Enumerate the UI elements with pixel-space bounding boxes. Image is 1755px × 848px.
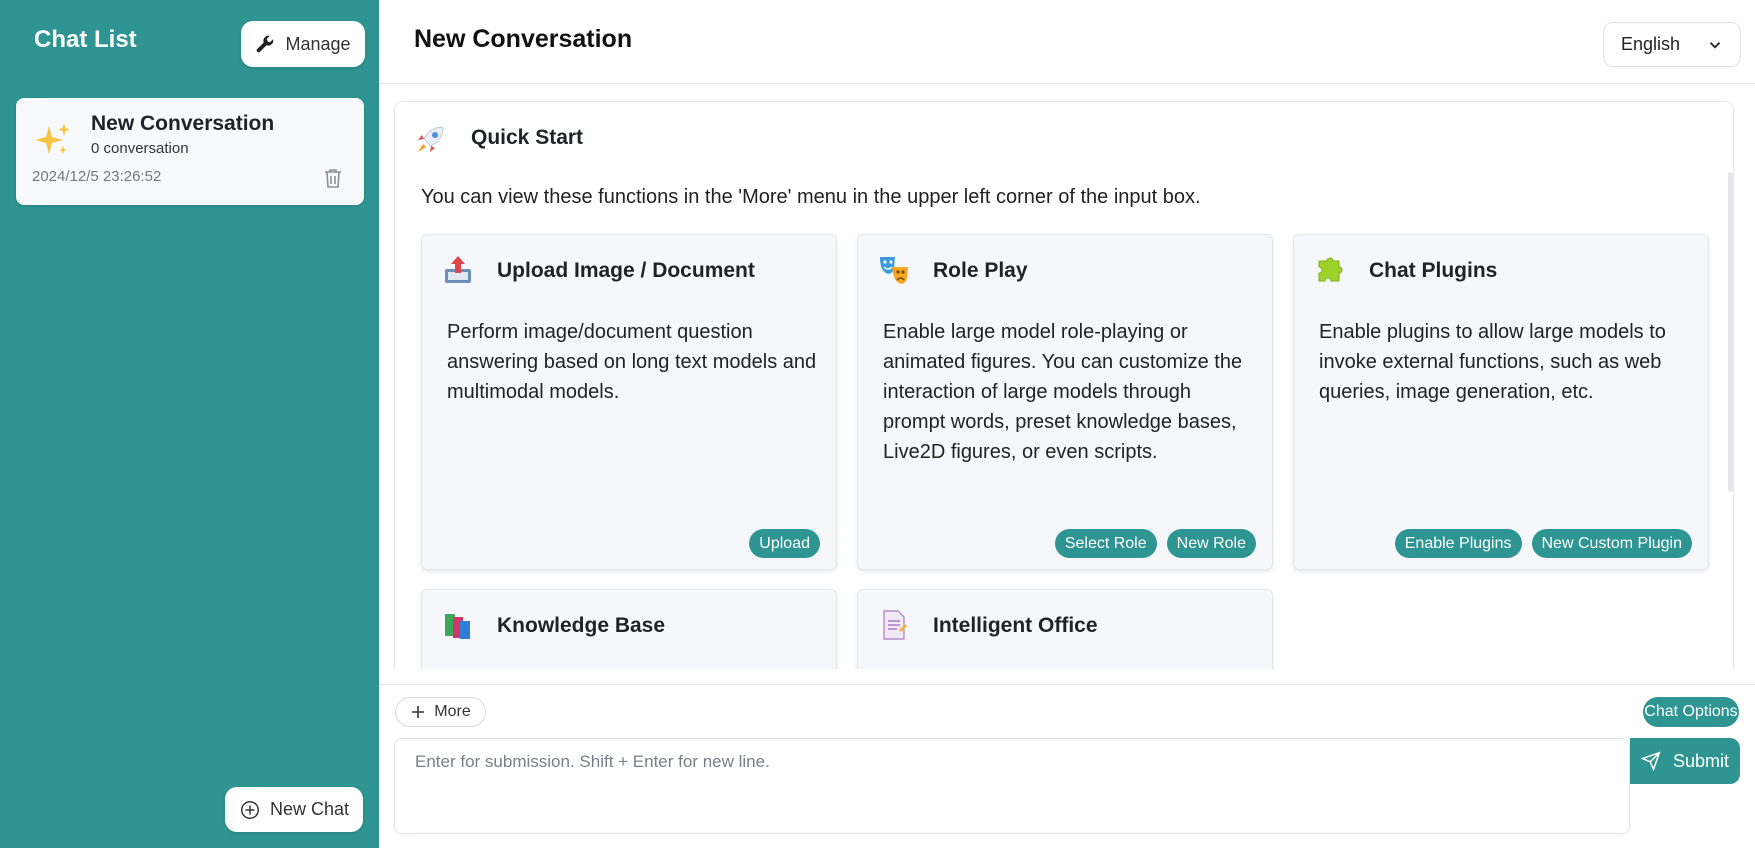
rocket-icon — [418, 126, 444, 152]
card-description: Enable large model role-playing or anima… — [883, 321, 1243, 463]
header: New Conversation English — [379, 0, 1755, 84]
puzzle-icon — [1318, 257, 1343, 282]
chat-options-button[interactable]: Chat Options — [1643, 697, 1739, 727]
enable-plugins-button[interactable]: Enable Plugins — [1394, 529, 1522, 558]
page-title: New Conversation — [414, 25, 633, 53]
scrollbar[interactable] — [1728, 172, 1733, 492]
input-divider — [379, 684, 1755, 685]
chevron-down-icon — [1709, 42, 1721, 49]
new-chat-button[interactable]: New Chat — [225, 787, 363, 832]
upload-button[interactable]: Upload — [749, 529, 820, 558]
new-chat-label: New Chat — [269, 799, 350, 819]
books-icon — [445, 614, 470, 639]
manage-label: Manage — [285, 33, 351, 54]
more-button[interactable]: More — [395, 697, 486, 727]
chat-date: 2024/12/5 23:26:52 — [32, 168, 162, 185]
card-title: Intelligent Office — [933, 614, 1098, 637]
upload-icon — [445, 256, 471, 283]
manage-button[interactable]: Manage — [241, 21, 365, 67]
quick-start-panel: Quick Start You can view these functions… — [394, 101, 1734, 669]
card-title: Role Play — [933, 259, 1028, 282]
sidebar: Chat List Manage New Conversation 0 conv… — [0, 0, 379, 848]
feature-card-knowledge-base: Knowledge Base — [421, 589, 837, 669]
send-icon — [1640, 751, 1661, 771]
card-title: Upload Image / Document — [497, 259, 755, 282]
card-description: Perform image/document question answerin… — [447, 321, 817, 403]
plus-icon — [412, 706, 425, 718]
quick-start-description: You can view these functions in the 'Mor… — [421, 186, 1201, 208]
theater-masks-icon — [880, 257, 908, 284]
sidebar-title: Chat List — [34, 26, 137, 53]
quick-start-title: Quick Start — [471, 126, 584, 149]
plus-circle-icon — [241, 800, 259, 819]
feature-card-role-play: Role Play Enable large model role-playin… — [857, 234, 1273, 570]
select-role-button[interactable]: Select Role — [1054, 529, 1157, 558]
sparkles-icon — [35, 123, 70, 154]
message-input[interactable] — [395, 739, 1629, 833]
card-description: Enable plugins to allow large models to … — [1319, 321, 1666, 403]
card-title: Chat Plugins — [1369, 259, 1498, 282]
feature-card-chat-plugins: Chat Plugins Enable plugins to allow lar… — [1293, 234, 1709, 570]
more-label: More — [434, 703, 471, 720]
new-custom-plugin-button[interactable]: New Custom Plugin — [1531, 529, 1692, 558]
chat-title: New Conversation — [91, 112, 275, 135]
card-title: Knowledge Base — [497, 614, 666, 637]
chat-count: 0 conversation — [91, 140, 189, 157]
new-role-button[interactable]: New Role — [1166, 529, 1256, 558]
document-icon — [883, 610, 907, 640]
language-value: English — [1621, 34, 1681, 54]
feature-card-upload: Upload Image / Document Perform image/do… — [421, 234, 837, 570]
message-input-box — [394, 738, 1630, 834]
wrench-icon — [257, 35, 274, 53]
submit-label: Submit — [1672, 750, 1730, 771]
language-select[interactable]: English — [1603, 22, 1741, 67]
trash-icon[interactable] — [321, 166, 345, 190]
submit-button[interactable]: Submit — [1630, 738, 1740, 784]
feature-card-intelligent-office: Intelligent Office — [857, 589, 1273, 669]
chat-list-item[interactable]: New Conversation 0 conversation 2024/12/… — [16, 98, 364, 205]
